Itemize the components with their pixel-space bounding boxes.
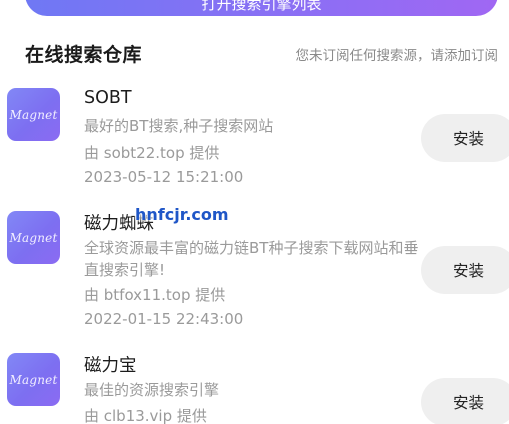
magnet-icon: Magnet [7,88,60,141]
install-button[interactable]: 安装 [421,114,509,162]
repository-name: 磁力宝 [84,356,137,376]
top-action-button-label: 打开搜索引擎列表 [201,0,322,13]
magnet-icon: Magnet [7,353,60,406]
repository-date: 2023-05-12 15:21:00 [84,168,244,186]
magnet-icon-text: Magnet [9,230,58,245]
install-button[interactable]: 安装 [421,246,509,294]
subscription-notice: 您未订阅任何搜索源，请添加订阅 [295,48,499,64]
install-button[interactable]: 安装 [421,378,509,424]
repository-provider: 由 btfox11.top 提供 [84,286,226,304]
magnet-icon: Magnet [7,211,60,264]
section-title: 在线搜索仓库 [25,44,143,66]
repository-description: 全球资源最丰富的磁力链BT种子搜索下载网站和垂直搜索引擎! [84,239,419,279]
repository-provider: 由 clb13.vip 提供 [84,407,207,424]
magnet-icon-text: Magnet [9,372,58,387]
top-action-button[interactable]: 打开搜索引擎列表 [25,0,498,16]
repository-name: SOBT [84,88,132,108]
repository-date: 2022-01-15 22:43:00 [84,310,244,328]
search-repository-screen: 打开搜索引擎列表 在线搜索仓库 您未订阅任何搜索源，请添加订阅 Magnet S… [0,0,509,424]
repository-description: 最好的BT搜索,种子搜索网站 [84,117,274,135]
repository-description: 最佳的资源搜索引擎 [84,381,220,399]
watermark: hnfcjr.com [135,205,229,224]
magnet-icon-text: Magnet [9,107,58,122]
repository-provider: 由 sobt22.top 提供 [84,144,220,162]
